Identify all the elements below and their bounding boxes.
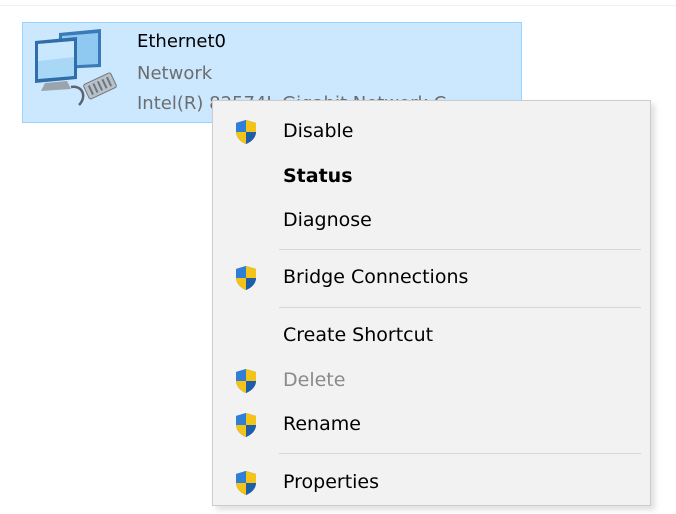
menu-item-diagnose[interactable]: Diagnose: [215, 200, 648, 242]
adapter-type: Network: [137, 63, 213, 84]
context-menu: Disable Status Diagnose Bridge Connectio…: [212, 100, 651, 506]
menu-item-delete: Delete: [215, 360, 648, 402]
network-adapter-icon: [35, 29, 117, 106]
menu-separator: [279, 307, 641, 308]
uac-shield-icon: [236, 413, 256, 437]
menu-item-disable[interactable]: Disable: [215, 111, 648, 153]
top-divider: [0, 5, 676, 6]
menu-item-status[interactable]: Status: [215, 156, 648, 198]
menu-item-label: Properties: [283, 471, 380, 493]
menu-item-label: Disable: [283, 120, 354, 142]
menu-item-label: Status: [283, 165, 353, 187]
uac-shield-icon: [236, 369, 256, 393]
menu-item-create-shortcut[interactable]: Create Shortcut: [215, 315, 648, 357]
uac-shield-icon: [236, 471, 256, 495]
menu-separator: [279, 249, 641, 250]
menu-item-rename[interactable]: Rename: [215, 404, 648, 446]
menu-item-label: Bridge Connections: [283, 266, 469, 288]
menu-separator: [279, 453, 641, 454]
menu-item-label: Delete: [283, 369, 346, 391]
uac-shield-icon: [236, 120, 256, 144]
menu-item-label: Rename: [283, 413, 361, 435]
uac-shield-icon: [236, 266, 256, 290]
adapter-name: Ethernet0: [137, 31, 226, 52]
menu-item-properties[interactable]: Properties: [215, 462, 648, 504]
menu-item-bridge-connections[interactable]: Bridge Connections: [215, 257, 648, 299]
menu-item-label: Create Shortcut: [283, 324, 434, 346]
menu-item-label: Diagnose: [283, 209, 372, 231]
